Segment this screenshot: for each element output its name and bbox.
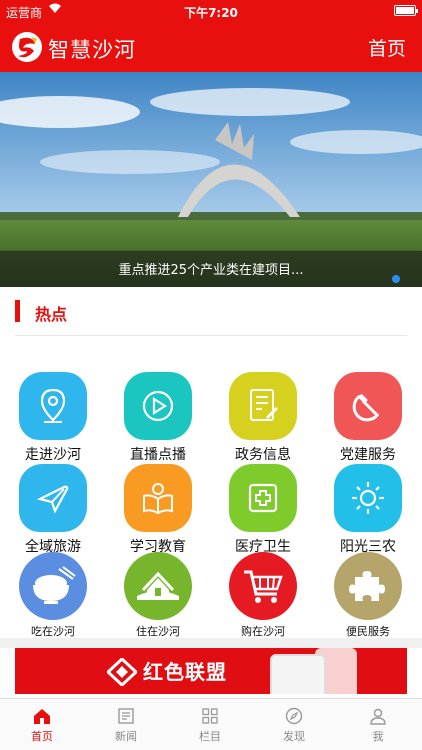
- grid-icon: [202, 708, 218, 724]
- house-icon: [124, 552, 192, 620]
- grid-item-xuexi[interactable]: 学习教育: [108, 464, 208, 556]
- header: 运营商 下午7:20 智慧沙河 首页: [0, 0, 422, 72]
- sun-icon: [334, 464, 402, 532]
- ad-title: 红色联盟: [143, 660, 227, 684]
- grid-label: 党建服务: [340, 447, 396, 463]
- carousel-indicator: [392, 275, 400, 283]
- airplane-icon: [19, 464, 87, 532]
- location-pin-icon: [19, 372, 87, 440]
- clock: 下午7:20: [184, 6, 238, 20]
- tab-discover[interactable]: 发现: [252, 699, 336, 750]
- tab-columns[interactable]: 栏目: [168, 699, 252, 750]
- tab-home[interactable]: 首页: [0, 699, 84, 750]
- puzzle-icon: [334, 552, 402, 620]
- banner-carousel[interactable]: 重点推进25个产业类在建项目...: [0, 72, 422, 287]
- reading-book-icon: [124, 464, 192, 532]
- grid-item-zhibo[interactable]: 直播点播: [108, 372, 208, 464]
- news-icon: [118, 708, 134, 724]
- grid-label: 政务信息: [235, 447, 291, 463]
- grid-item-zoujin[interactable]: 走进沙河: [3, 372, 103, 464]
- tab-label: 首页: [31, 730, 53, 743]
- tab-bar: 首页 新闻 栏目 发现 我: [0, 698, 422, 750]
- play-icon: [124, 372, 192, 440]
- tab-label: 发现: [283, 730, 305, 743]
- compass-icon: [285, 707, 303, 725]
- section-accent-bar: [15, 300, 20, 322]
- app-title: 智慧沙河: [48, 38, 136, 62]
- document-edit-icon: [229, 372, 297, 440]
- section-title: 热点: [35, 305, 68, 324]
- alliance-logo-icon: [107, 658, 137, 686]
- battery-icon: [394, 5, 418, 16]
- grid-label: 购在沙河: [241, 625, 285, 638]
- grid-label: 吃在沙河: [31, 625, 75, 638]
- person-icon: [370, 708, 386, 725]
- grid-label: 走进沙河: [25, 447, 81, 463]
- grid-label: 便民服务: [346, 625, 390, 638]
- grid-item-zhengwu[interactable]: 政务信息: [213, 372, 313, 464]
- grid-label: 直播点播: [130, 447, 186, 463]
- medical-cross-icon: [229, 464, 297, 532]
- tab-label: 栏目: [199, 730, 221, 743]
- ad-banner[interactable]: 红色联盟: [15, 648, 407, 694]
- home-button[interactable]: 首页: [368, 34, 406, 61]
- shopping-cart-icon: [229, 552, 297, 620]
- home-icon: [34, 709, 50, 724]
- rice-bowl-icon: [19, 552, 87, 620]
- app-bar: 智慧沙河 首页: [0, 22, 422, 72]
- grid-item-dangjian[interactable]: 党建服务: [318, 372, 418, 464]
- tab-label: 我: [372, 730, 384, 743]
- phone-image: [270, 654, 326, 694]
- grid-item-zhu[interactable]: 住在沙河: [108, 552, 208, 639]
- hammer-sickle-icon: [334, 372, 402, 440]
- grid-label: 住在沙河: [136, 625, 180, 638]
- divider: [0, 638, 422, 648]
- banner-caption[interactable]: 重点推进25个产业类在建项目...: [0, 259, 422, 278]
- app-logo-icon: [12, 32, 42, 62]
- grid-item-yiliao[interactable]: 医疗卫生: [213, 464, 313, 556]
- grid-item-chi[interactable]: 吃在沙河: [3, 552, 103, 639]
- tab-label: 新闻: [115, 730, 137, 743]
- section-header: 热点: [15, 298, 407, 336]
- tab-me[interactable]: 我: [336, 699, 420, 750]
- grid-item-gou[interactable]: 购在沙河: [213, 552, 313, 639]
- grid-item-lvyou[interactable]: 全域旅游: [3, 464, 103, 556]
- grid-item-bianmin[interactable]: 便民服务: [318, 552, 418, 639]
- grid-item-sannong[interactable]: 阳光三农: [318, 464, 418, 556]
- status-bar: 运营商 下午7:20: [0, 0, 422, 22]
- tab-news[interactable]: 新闻: [84, 699, 168, 750]
